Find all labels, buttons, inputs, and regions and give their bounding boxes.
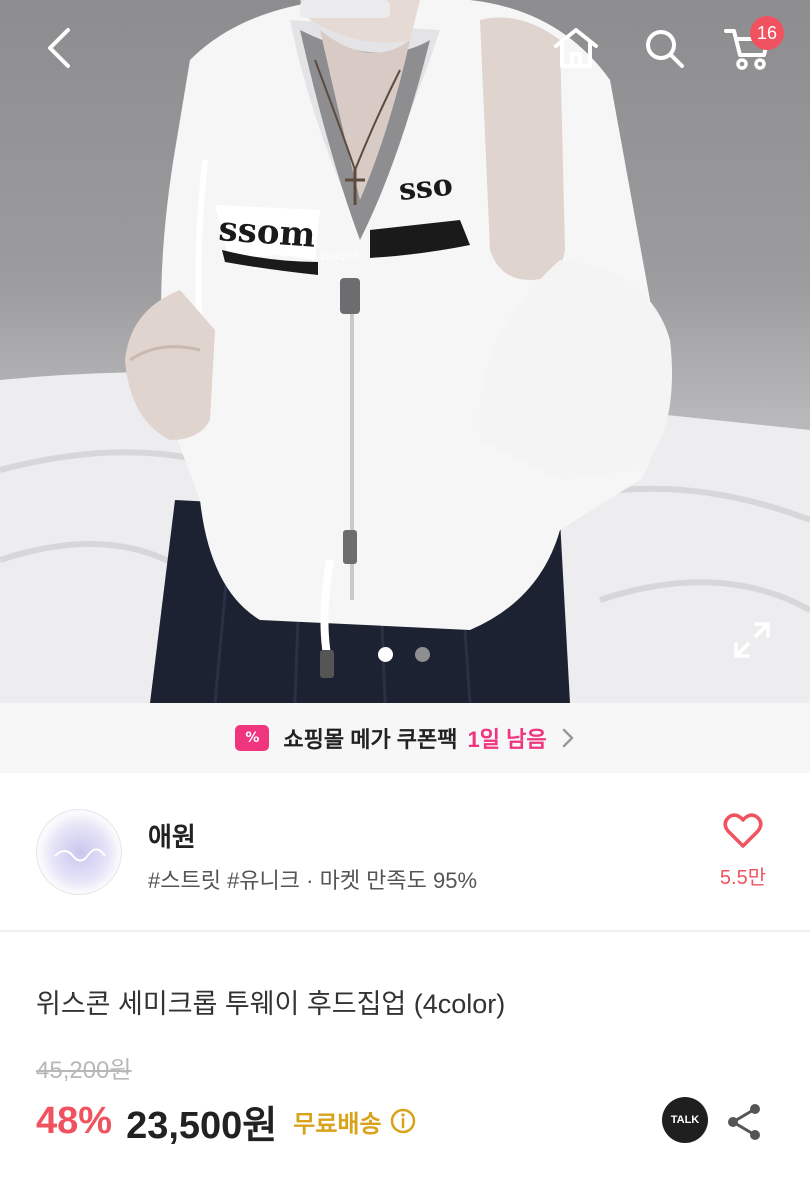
sale-price: 23,500원 xyxy=(126,1104,278,1147)
svg-text:sso: sso xyxy=(397,168,454,208)
kakao-talk-button[interactable]: TALK xyxy=(662,1097,708,1143)
shop-name[interactable]: 애원 xyxy=(148,817,196,854)
share-button[interactable] xyxy=(722,1100,766,1144)
coupon-icon: % xyxy=(235,725,270,751)
gallery-dot[interactable] xyxy=(415,647,430,662)
share-icon xyxy=(728,1104,760,1140)
home-icon xyxy=(554,28,598,68)
back-arrow-icon xyxy=(48,28,70,68)
cart-count-badge: 16 xyxy=(750,16,784,50)
shop-logo-image xyxy=(40,813,120,893)
svg-text:sistent: sistent xyxy=(319,249,360,263)
info-icon[interactable] xyxy=(390,1108,416,1134)
gallery-pagination xyxy=(378,647,430,662)
like-count: 5.5만 xyxy=(719,867,767,889)
shop-tags: #스트릿 #유니크 · 마켓 만족도 95% xyxy=(148,868,478,893)
shop-logo[interactable] xyxy=(36,809,122,895)
heart-icon xyxy=(723,813,763,848)
home-button[interactable] xyxy=(548,20,604,76)
section-divider xyxy=(0,930,810,932)
product-photo: ssom sso sistent xyxy=(0,0,810,703)
search-button[interactable] xyxy=(636,20,692,76)
product-title: 위스콘 세미크롭 투웨이 후드집업 (4color) xyxy=(36,989,506,1019)
talk-label: TALK xyxy=(670,1114,700,1126)
free-shipping-label: 무료배송 xyxy=(293,1110,382,1138)
search-icon xyxy=(646,30,684,68)
coupon-label: 쇼핑몰 메가 쿠폰팩 xyxy=(283,727,458,752)
svg-text:ssom: ssom xyxy=(217,209,317,256)
top-navigation-bar: 16 xyxy=(0,0,810,100)
chevron-right-icon xyxy=(562,728,573,748)
discount-rate: 48% xyxy=(36,1099,113,1142)
gallery-dot-active[interactable] xyxy=(378,647,393,662)
coupon-remaining: 1일 남음 xyxy=(467,727,547,752)
expand-image-button[interactable] xyxy=(730,618,774,662)
back-button[interactable] xyxy=(32,20,88,76)
shop-info: 애원 #스트릿 #유니크 · 마켓 만족도 95% 5.5만 xyxy=(0,773,810,930)
price-row: 48% 23,500원 무료배송 xyxy=(36,1098,416,1147)
expand-icon xyxy=(734,622,770,658)
like-shop-button[interactable]: 5.5만 xyxy=(714,813,772,893)
original-price: 45,200원 xyxy=(36,1057,132,1084)
coupon-banner[interactable]: % 쇼핑몰 메가 쿠폰팩 1일 남음 xyxy=(0,703,810,773)
product-image-gallery[interactable]: ssom sso sistent 16 xyxy=(0,0,810,703)
